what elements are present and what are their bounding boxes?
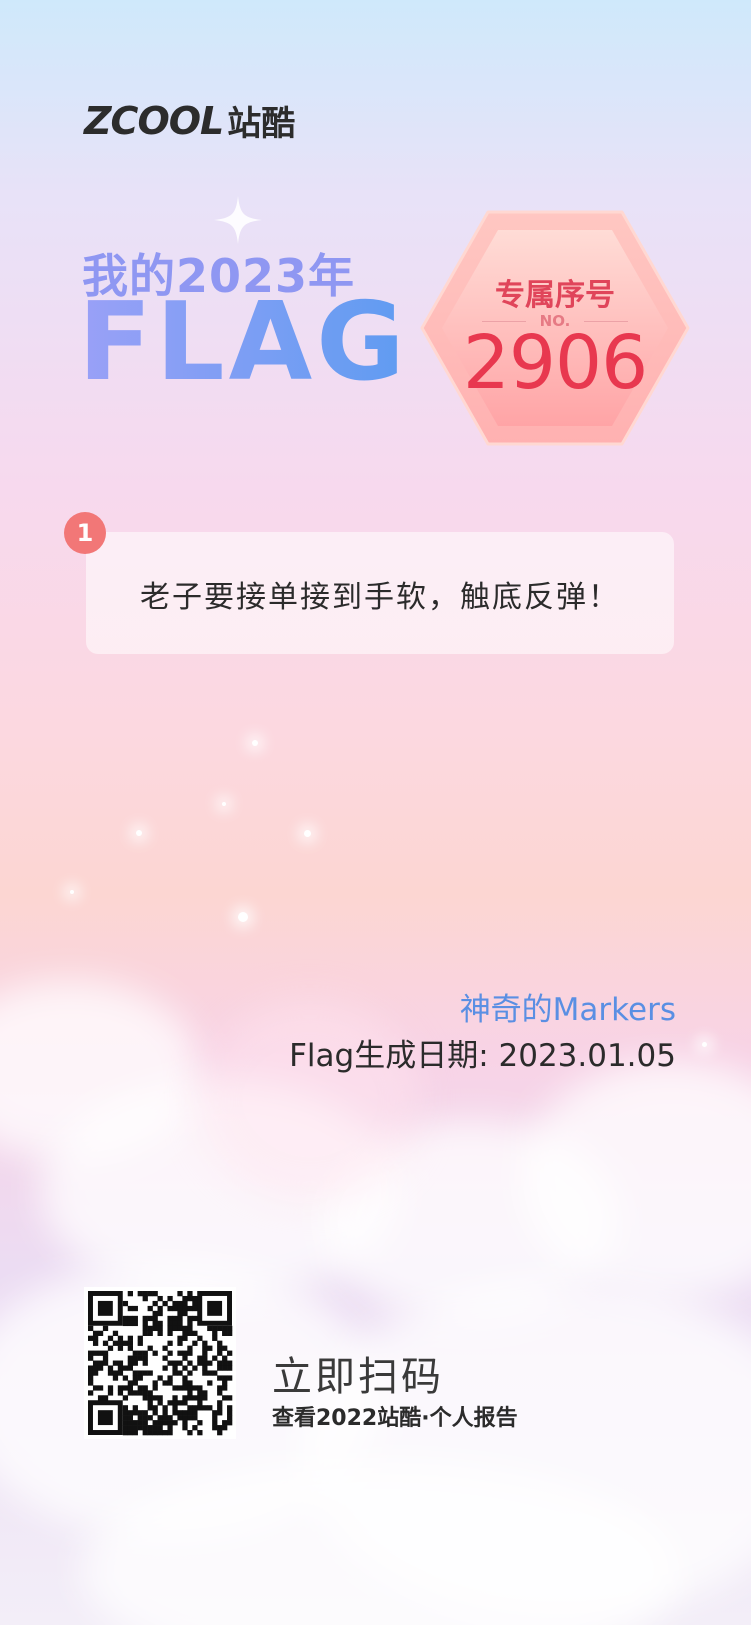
flag-card: 老子要接单接到手软，触底反弹！ (86, 532, 674, 654)
scan-title: 立即扫码 (272, 1354, 444, 1400)
sparkle-star-icon (214, 196, 262, 244)
qr-code-icon (88, 1291, 233, 1436)
badge-number: 2906 (462, 320, 648, 406)
flag-index-badge: 1 (64, 512, 106, 554)
logo-text-en: ZCOOL (84, 98, 224, 143)
badge-title: 专属序号 (495, 278, 615, 313)
zcool-logo: ZCOOL 站酷 (84, 96, 295, 145)
logo-text-cn: 站酷 (227, 104, 296, 144)
title-flag: FLAG (78, 280, 409, 405)
serial-number-badge: 专属序号 NO. 2906 (418, 208, 692, 448)
qr-code[interactable] (84, 1287, 236, 1439)
flag-text: 老子要接单接到手软，触底反弹！ (140, 580, 620, 615)
scan-subtitle: 查看2022站酷·个人报告 (272, 1406, 518, 1431)
flag-date: Flag生成日期: 2023.01.05 (289, 1038, 676, 1074)
author-name: 神奇的Markers (459, 992, 676, 1028)
